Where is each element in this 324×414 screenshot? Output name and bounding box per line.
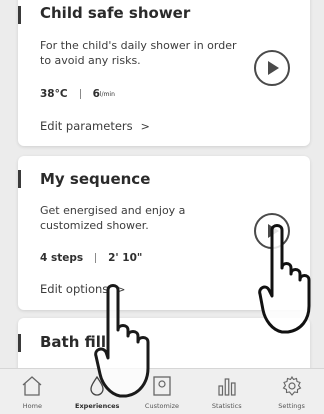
- experience-card-child-safe-shower[interactable]: Child safe shower For the child's daily …: [18, 0, 310, 146]
- flow-value: 6: [92, 88, 100, 100]
- hand-pointer-icon: [258, 224, 311, 334]
- tab-statistics[interactable]: Statistics: [194, 369, 259, 414]
- chevron-right-icon: >: [140, 120, 150, 133]
- card-meta: 4 steps 2' 10": [40, 252, 142, 264]
- card-title-marker: [18, 334, 21, 352]
- edit-link-label: Edit parameters: [40, 119, 133, 133]
- statistics-icon: [218, 378, 236, 396]
- play-button[interactable]: [254, 50, 290, 86]
- tab-settings[interactable]: Settings: [259, 369, 324, 414]
- edit-parameters-link[interactable]: Edit parameters >: [40, 119, 150, 133]
- card-title: Child safe shower: [40, 4, 191, 22]
- tab-label: Statistics: [211, 402, 242, 410]
- card-title: My sequence: [40, 170, 151, 188]
- gear-icon: [282, 375, 301, 396]
- hand-pointer-icon: [94, 284, 150, 398]
- card-meta: 38°C 6 l/min: [40, 88, 115, 100]
- duration-value: 2' 10": [108, 252, 143, 264]
- card-description: Get energised and enjoy a customized sho…: [40, 204, 186, 232]
- card-title-marker: [18, 170, 21, 188]
- flow-unit: l/min: [99, 90, 115, 98]
- card-title-marker: [18, 6, 21, 24]
- temperature-value: 38°C: [40, 88, 68, 100]
- card-description: For the child's daily shower in order to…: [40, 39, 237, 67]
- meta-separator: [79, 89, 81, 99]
- tab-home[interactable]: Home: [0, 369, 65, 414]
- tab-label: Home: [22, 402, 42, 410]
- play-icon: [268, 61, 279, 75]
- tab-label: Settings: [278, 402, 305, 410]
- home-icon: [22, 376, 42, 396]
- experiences-screen: Child safe shower For the child's daily …: [0, 0, 324, 414]
- steps-value: 4 steps: [40, 252, 84, 264]
- meta-separator: [95, 253, 97, 263]
